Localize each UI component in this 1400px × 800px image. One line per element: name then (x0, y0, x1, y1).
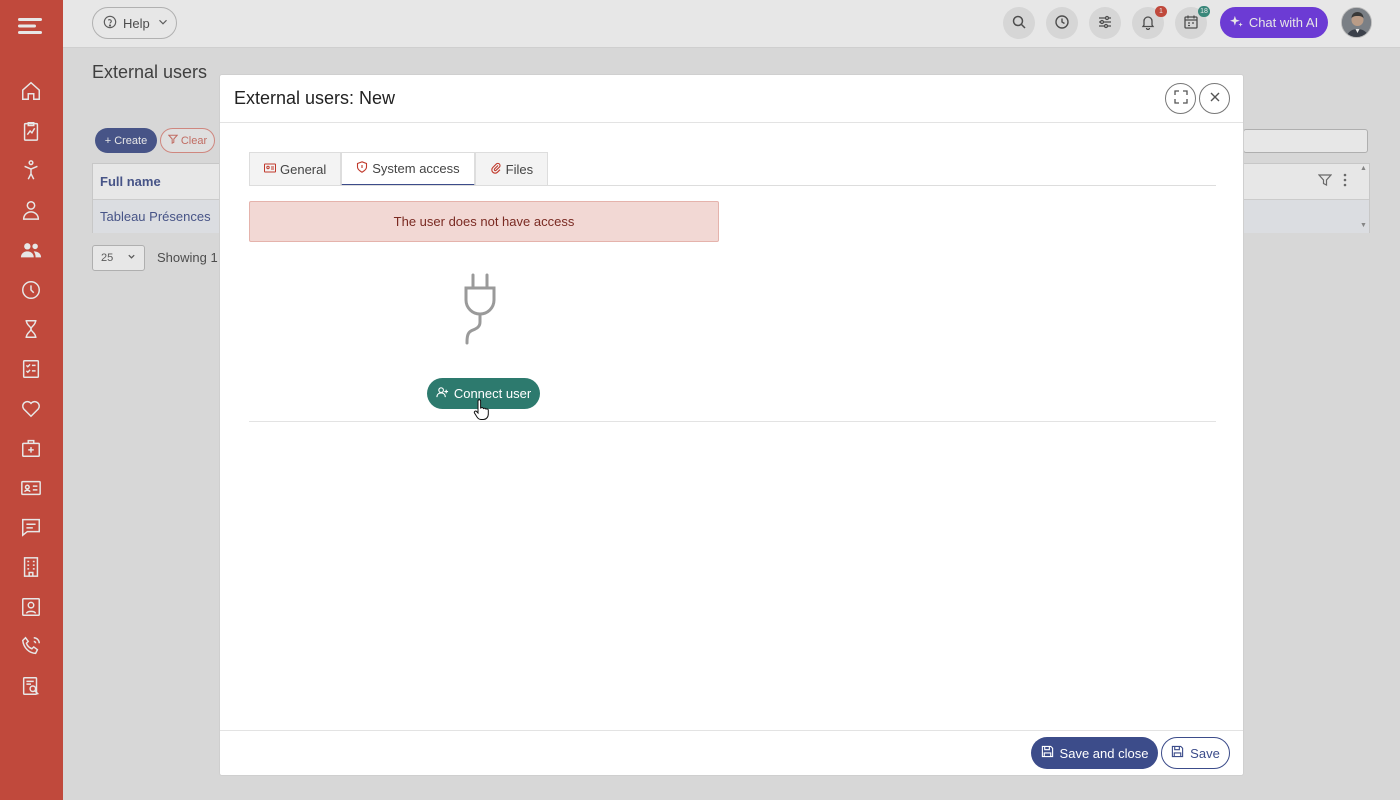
modal-title: External users: New (234, 88, 396, 108)
create-label: Create (114, 134, 148, 147)
hourglass-icon[interactable] (19, 317, 43, 341)
paperclip-icon (490, 162, 502, 177)
notifications-button[interactable]: 1 (1132, 6, 1167, 39)
checklist-icon[interactable] (19, 357, 43, 381)
filter-icon (167, 134, 179, 147)
sidebar (0, 0, 63, 800)
plug-icon (455, 272, 505, 347)
shield-icon (356, 161, 368, 176)
table-cell-full-name[interactable]: Tableau Présences (100, 209, 211, 224)
tab-files[interactable]: Files (474, 152, 549, 186)
tab-system-access-label: System access (372, 161, 460, 176)
column-filter-icon[interactable] (1317, 173, 1333, 187)
help-label: Help (123, 15, 150, 31)
user-icon[interactable] (19, 198, 43, 222)
chat-icon[interactable] (19, 515, 43, 539)
alert-text: The user does not have access (393, 214, 575, 229)
modal-tabs: General System access Files (249, 152, 549, 186)
avatar[interactable] (1341, 7, 1372, 38)
phone-icon[interactable] (19, 634, 43, 658)
notifications-badge: 1 (1155, 6, 1167, 17)
chat-ai-button[interactable]: Chat with AI (1220, 7, 1328, 38)
save-icon (1171, 745, 1184, 761)
clear-label: Clear (180, 134, 208, 147)
page-size-select[interactable]: 25 (92, 245, 145, 271)
home-icon[interactable] (19, 79, 43, 103)
top-bar: Help 1 18 Chat with AI (63, 0, 1400, 48)
help-button[interactable]: Help (92, 7, 177, 39)
column-options-icon[interactable] (1340, 172, 1350, 188)
medical-kit-icon[interactable] (19, 436, 43, 460)
chevron-down-icon (127, 252, 136, 264)
help-icon (103, 15, 117, 32)
sparkle-icon (1229, 15, 1243, 31)
chat-ai-label: Chat with AI (1248, 15, 1319, 30)
calendar-badge: 18 (1198, 6, 1210, 17)
report-search-icon[interactable] (19, 674, 43, 698)
tab-files-label: Files (505, 161, 534, 177)
plus-icon: + (104, 134, 112, 147)
showing-text: Showing 1 (157, 250, 218, 265)
create-button[interactable]: + Create (95, 128, 157, 153)
scroll-up-icon[interactable]: ▲ (1360, 165, 1367, 172)
person-arms-icon[interactable] (19, 158, 43, 182)
id-card-icon (264, 162, 276, 177)
save-button[interactable]: Save (1161, 737, 1230, 769)
tab-general-label: General (280, 161, 327, 177)
content-divider (249, 421, 1216, 422)
table-search-input[interactable] (1243, 129, 1368, 153)
hand-cursor-icon (473, 399, 489, 421)
maximize-button[interactable] (1165, 83, 1196, 114)
clear-filter-button[interactable]: Clear (160, 128, 215, 153)
clock-icon[interactable] (19, 278, 43, 302)
modal-footer: Save and close Save (220, 730, 1243, 775)
search-icon (1011, 14, 1027, 33)
modal-header: External users: New (220, 75, 1243, 123)
calendar-button[interactable]: 18 (1175, 6, 1210, 39)
save-and-close-button[interactable]: Save and close (1031, 737, 1158, 769)
menu-icon[interactable] (18, 14, 44, 38)
scroll-down-icon[interactable]: ▼ (1360, 222, 1367, 229)
user-screen-icon[interactable] (19, 595, 43, 619)
sliders-icon (1097, 14, 1113, 33)
tab-general[interactable]: General (249, 152, 342, 186)
maximize-icon (1173, 90, 1188, 107)
no-access-alert: The user does not have access (249, 201, 719, 242)
save-label: Save (1190, 745, 1220, 761)
search-button[interactable] (1003, 7, 1035, 39)
heart-icon[interactable] (19, 396, 43, 420)
history-icon (1054, 14, 1070, 33)
close-button[interactable] (1199, 83, 1230, 114)
tab-system-access[interactable]: System access (341, 152, 475, 186)
save-icon (1041, 745, 1054, 761)
column-header-full-name[interactable]: Full name (100, 174, 161, 189)
close-icon (1208, 90, 1222, 107)
page-size-value: 25 (101, 252, 114, 264)
clipboard-chart-icon[interactable] (19, 119, 43, 143)
bell-icon (1140, 14, 1156, 33)
settings-sliders-button[interactable] (1089, 7, 1121, 39)
calendar-icon (1183, 14, 1199, 33)
users-icon[interactable] (19, 238, 43, 262)
page-title: External users (92, 62, 208, 82)
save-and-close-label: Save and close (1059, 745, 1149, 761)
chevron-down-icon (156, 15, 170, 32)
tabs-divider (249, 185, 1216, 186)
external-user-modal: External users: New General System acces… (219, 74, 1244, 776)
id-card-icon[interactable] (19, 476, 43, 500)
building-icon[interactable] (19, 555, 43, 579)
user-plus-icon (436, 386, 449, 402)
connect-user-label: Connect user (453, 386, 532, 401)
history-button[interactable] (1046, 7, 1078, 39)
